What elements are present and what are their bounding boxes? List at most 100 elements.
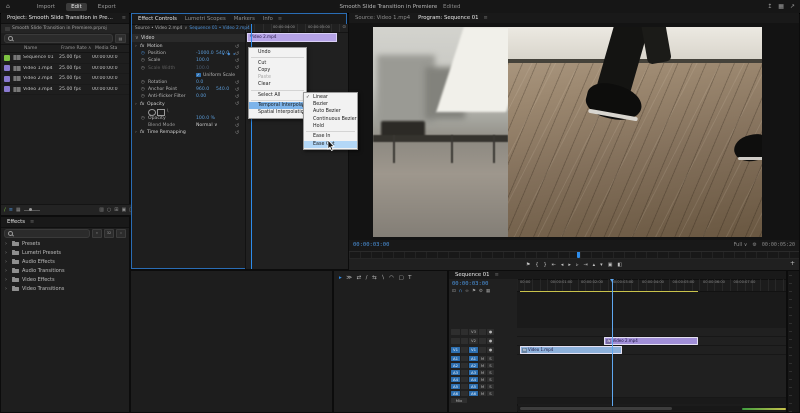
submenu-item-continuous-bezier[interactable]: Continuous Bezier: [304, 116, 357, 123]
solo-button[interactable]: S: [487, 391, 494, 397]
list-view-icon[interactable]: ≡: [9, 207, 13, 213]
effects-filter-badge-2[interactable]: ::: [116, 229, 126, 238]
track-visibility-icon[interactable]: ●: [487, 338, 494, 344]
reset-effect-icon[interactable]: ↺: [235, 130, 239, 136]
reset-param-icon[interactable]: ↺: [235, 58, 239, 64]
linked-selection-icon[interactable]: ∞: [465, 289, 469, 294]
tab-lumetri-scopes[interactable]: Lumetri Scopes: [182, 14, 229, 24]
project-item-row[interactable]: Video 2.mp425.00 fps00:00:00:0: [1, 74, 129, 85]
chevron-right-icon[interactable]: ›: [5, 268, 9, 274]
new-bin-icon[interactable]: ⊞: [114, 207, 118, 213]
ec-row-scale[interactable]: ◷Scale100.0↺: [132, 57, 244, 64]
param-value[interactable]: 0.00: [196, 94, 206, 99]
video-label-chip[interactable]: [4, 86, 10, 92]
effects-folder-lumetri-presets[interactable]: ›Lumetri Presets: [1, 248, 129, 257]
reset-param-icon[interactable]: ↺: [235, 51, 239, 57]
export-frame-button[interactable]: ▣: [608, 260, 613, 270]
track-lock-icon[interactable]: [461, 370, 468, 376]
rectangle-tool[interactable]: ▢: [398, 275, 403, 281]
panel-menu-icon[interactable]: ≡: [30, 219, 34, 225]
reset-param-icon[interactable]: ↺: [235, 116, 239, 122]
type-tool[interactable]: T: [408, 275, 411, 281]
caption-lane-icon[interactable]: ▦: [486, 289, 490, 294]
reset-effect-icon[interactable]: ↺: [235, 101, 239, 107]
insert-overwrite-icon[interactable]: ⊡: [452, 289, 456, 294]
timeline-settings-icon[interactable]: ⚙: [479, 289, 483, 294]
monitor-settings-icon[interactable]: ⚙: [752, 242, 756, 248]
column-media-start[interactable]: Media Sta: [95, 46, 117, 51]
column-name[interactable]: Name: [24, 46, 61, 51]
lift-button[interactable]: ▴: [593, 260, 596, 270]
track-visibility-icon[interactable]: ●: [487, 347, 494, 353]
track-lock-icon[interactable]: [461, 391, 468, 397]
mask-pen-icon[interactable]: ∖: [166, 109, 172, 114]
hand-tool[interactable]: ◠: [389, 275, 394, 281]
tab-sequence[interactable]: Sequence 01: [452, 271, 493, 279]
panel-menu-icon[interactable]: ≡: [484, 15, 488, 21]
chevron-icon[interactable]: ›: [135, 102, 137, 107]
effects-folder-audio-effects[interactable]: ›Audio Effects: [1, 257, 129, 266]
timeline-playhead[interactable]: [612, 279, 613, 406]
workspaces-icon[interactable]: ▦: [778, 3, 784, 10]
tab-info[interactable]: Info: [260, 14, 276, 24]
ec-row-rotation[interactable]: ◷Rotation0.0↺: [132, 79, 244, 86]
zoom-slider[interactable]: [24, 210, 40, 211]
project-filter-button[interactable]: ▤: [115, 34, 126, 43]
chevron-right-icon[interactable]: ›: [5, 286, 9, 292]
source-patch[interactable]: A5: [451, 384, 460, 390]
menu-item-temporal-interpolation[interactable]: Temporal Interpolation▸: [249, 102, 306, 109]
track-lock-icon[interactable]: [461, 347, 468, 353]
sequence-label-chip[interactable]: [4, 55, 10, 61]
param-value[interactable]: 960.0: [196, 87, 209, 92]
tab-effects[interactable]: Effects: [4, 217, 28, 227]
effects-filter-badge-1[interactable]: 32: [104, 229, 114, 238]
comparison-view-button[interactable]: ◧: [617, 260, 622, 270]
item-name[interactable]: Video 3.mp4: [23, 87, 59, 92]
tab-effect-controls[interactable]: Effect Controls: [135, 14, 180, 24]
reset-param-icon[interactable]: ↺: [235, 123, 239, 129]
reset-param-icon[interactable]: ↺: [235, 94, 239, 100]
new-item-icon[interactable]: ▣: [122, 207, 127, 213]
track-target-toggle[interactable]: A2: [469, 363, 478, 369]
audio-track-lane-a6[interactable]: [517, 390, 786, 398]
track-target-toggle[interactable]: A3: [469, 370, 478, 376]
item-name[interactable]: Sequence 01: [23, 55, 59, 60]
mute-button[interactable]: M: [479, 370, 486, 376]
ec-row-uniform-scale[interactable]: ✓Uniform Scale: [132, 72, 244, 79]
panel-menu-icon[interactable]: ≡: [122, 15, 126, 21]
mute-button[interactable]: M: [479, 356, 486, 362]
source-patch[interactable]: [451, 329, 460, 335]
find-icon[interactable]: ○: [107, 207, 111, 213]
solo-button[interactable]: S: [487, 377, 494, 383]
source-patch[interactable]: A3: [451, 370, 460, 376]
track-visibility-icon[interactable]: ●: [487, 329, 494, 335]
slip-tool[interactable]: ⇆: [372, 275, 377, 281]
stopwatch-icon[interactable]: ◷: [141, 87, 145, 92]
source-patch[interactable]: [451, 338, 460, 344]
param-value[interactable]: -1000.0: [196, 51, 214, 56]
mini-timeline-clip[interactable]: Video 2.mp4: [247, 33, 337, 42]
track-lock-icon[interactable]: [461, 329, 468, 335]
source-patch[interactable]: V1: [451, 347, 460, 353]
submenu-item-hold[interactable]: Hold: [304, 123, 357, 130]
scrollbar-thumb[interactable]: [520, 407, 672, 410]
effects-filter-badge-0[interactable]: »: [92, 229, 102, 238]
add-button[interactable]: +: [790, 258, 795, 269]
source-patch[interactable]: A6: [451, 391, 460, 397]
razor-tool[interactable]: ∕: [366, 275, 368, 281]
stopwatch-icon[interactable]: ◷: [141, 51, 145, 56]
menu-item-paste[interactable]: Paste: [249, 74, 306, 81]
menu-item-undo[interactable]: Undo: [249, 49, 306, 56]
ec-row-time-remapping[interactable]: ›fxTime Remapping↺: [132, 129, 244, 136]
track-target-toggle[interactable]: A6: [469, 391, 478, 397]
effects-folder-presets[interactable]: ›Presets: [1, 239, 129, 248]
solo-button[interactable]: S: [487, 363, 494, 369]
param-value[interactable]: 100.0 %: [196, 116, 215, 121]
quick-export-icon[interactable]: ↥: [767, 3, 772, 10]
read-only-toggle-icon[interactable]: ∕: [4, 207, 6, 213]
sync-lock-icon[interactable]: [479, 329, 486, 335]
menu-item-clear[interactable]: Clear: [249, 81, 306, 88]
collapse-timeline-icon[interactable]: ⊙: [342, 25, 346, 30]
ec-row-anti-flicker-filter[interactable]: ◷Anti-flicker Filter0.00↺: [132, 93, 244, 100]
ec-row-position[interactable]: ◷Position-1000.0540.0◂ ◆ ▸↺: [132, 50, 244, 57]
